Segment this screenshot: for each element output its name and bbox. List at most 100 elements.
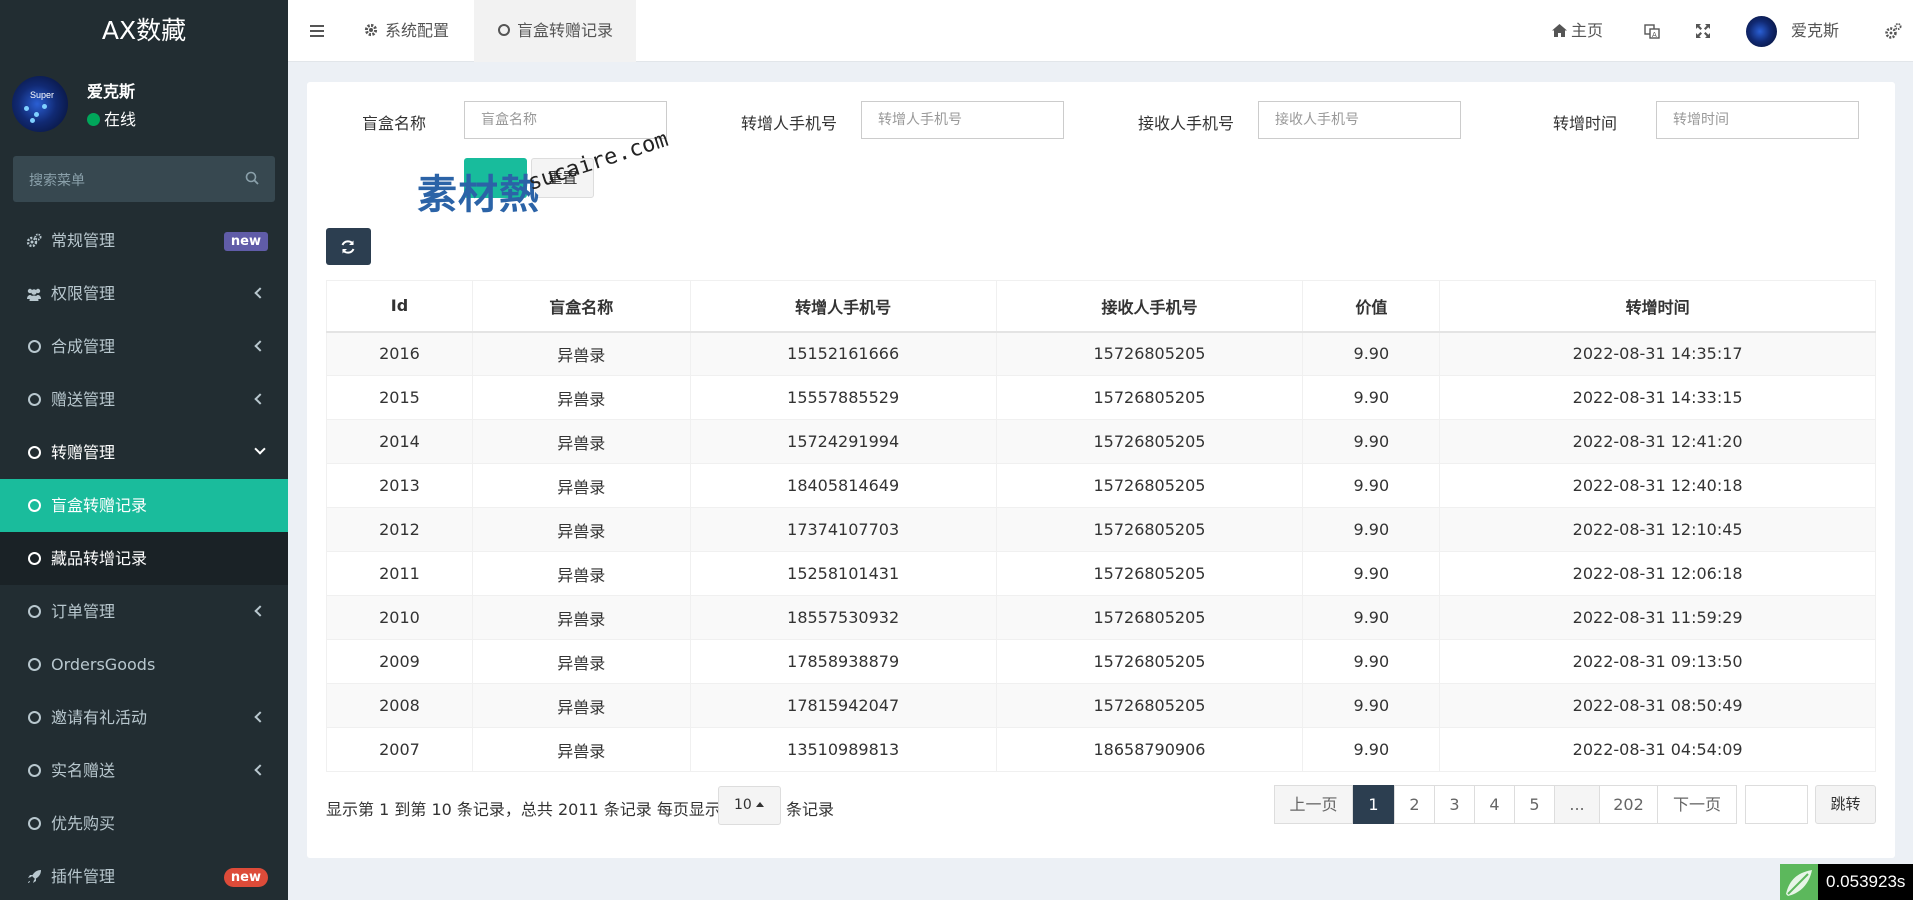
- page-button-4[interactable]: 4: [1474, 785, 1515, 824]
- column-header-receiver-phone[interactable]: 接收人手机号: [995, 280, 1304, 333]
- online-dot-icon: [87, 113, 100, 126]
- page-size-select[interactable]: 10: [718, 786, 781, 825]
- filter-label-transfer-time: 转增时间: [1553, 114, 1618, 133]
- filter-input-sender-phone[interactable]: 转增人手机号: [861, 101, 1064, 139]
- cell-blindbox-name: 异兽录: [471, 727, 691, 772]
- cell-id: 2012: [326, 507, 473, 552]
- cell-value: 9.90: [1302, 551, 1441, 596]
- table-row[interactable]: 2013 异兽录 18405814649 15726805205 9.90 2022-08…: [326, 463, 1876, 508]
- cell-sender-phone: 17858938879: [689, 639, 997, 684]
- page-button-3[interactable]: 3: [1434, 785, 1475, 824]
- sidebar-item-priority-purchase[interactable]: 优先购买: [0, 797, 288, 850]
- table-row[interactable]: 2014 异兽录 15724291994 15726805205 9.90 2022-08…: [326, 419, 1876, 464]
- sidebar-item-plugins[interactable]: 插件管理 new: [0, 850, 288, 900]
- circle-icon: [28, 658, 41, 671]
- cell-transfer-time: 2022-08-31 12:41:20: [1439, 419, 1876, 464]
- cell-sender-phone: 15258101431: [689, 551, 997, 596]
- tab-blindbox-transfer-records[interactable]: 盲盒转赠记录: [474, 0, 636, 62]
- page-jump-button[interactable]: 跳转: [1815, 785, 1876, 824]
- user-avatar[interactable]: [1746, 16, 1777, 47]
- cell-receiver-phone: 18658790906: [995, 727, 1304, 772]
- cell-blindbox-name: 异兽录: [471, 507, 691, 552]
- sidebar-item-synthesis[interactable]: 合成管理: [0, 320, 288, 373]
- cell-receiver-phone: 15726805205: [995, 639, 1304, 684]
- sidebar-item-orders[interactable]: 订单管理: [0, 585, 288, 638]
- page-size-suffix: 条记录: [786, 800, 835, 819]
- table-row[interactable]: 2010 异兽录 18557530932 15726805205 9.90 2022-08…: [326, 595, 1876, 640]
- cell-sender-phone: 15152161666: [689, 331, 997, 376]
- user-menu[interactable]: 爱克斯: [1791, 0, 1839, 62]
- table-row[interactable]: 2008 异兽录 17815942047 15726805205 9.90 2022-08…: [326, 683, 1876, 728]
- search-icon[interactable]: [245, 171, 259, 185]
- column-header-id[interactable]: Id: [326, 280, 473, 333]
- sidebar-item-collection-transfer-records[interactable]: 藏品转增记录: [0, 532, 288, 585]
- filter-input-receiver-phone[interactable]: 接收人手机号: [1258, 101, 1461, 139]
- pagination-info: 显示第 1 到第 10 条记录，总共 2011 条记录 每页显示: [326, 800, 721, 819]
- watermark: 素材熱 sucaire.com: [413, 127, 671, 222]
- chevron-left-icon: [254, 711, 266, 723]
- column-header-value[interactable]: 价值: [1302, 280, 1441, 333]
- user-avatar: Super: [12, 76, 68, 132]
- chevron-left-icon: [254, 340, 266, 352]
- cell-value: 9.90: [1302, 419, 1441, 464]
- home-link[interactable]: 主页: [1552, 0, 1603, 62]
- page-button-last[interactable]: 202: [1599, 785, 1658, 824]
- cell-value: 9.90: [1302, 727, 1441, 772]
- circle-icon: [28, 552, 41, 565]
- column-header-transfer-time[interactable]: 转增时间: [1439, 280, 1876, 333]
- page-button-2[interactable]: 2: [1394, 785, 1435, 824]
- table-row[interactable]: 2009 异兽录 17858938879 15726805205 9.90 2022-08…: [326, 639, 1876, 684]
- cell-blindbox-name: 异兽录: [471, 331, 691, 376]
- table-row[interactable]: 2015 异兽录 15557885529 15726805205 9.90 2022-08…: [326, 375, 1876, 420]
- sidebar-item-blindbox-transfer-records[interactable]: 盲盒转赠记录: [0, 479, 288, 532]
- fullscreen-icon[interactable]: [1695, 23, 1711, 39]
- page-button-1[interactable]: 1: [1353, 785, 1394, 824]
- refresh-icon: [341, 240, 355, 254]
- caret-up-icon: [755, 802, 764, 807]
- sidebar-search-placeholder: 搜索菜单: [29, 173, 85, 189]
- cogs-icon: [26, 233, 42, 248]
- filter-input-blindbox-name[interactable]: 盲盒名称: [464, 101, 667, 139]
- chevron-left-icon: [254, 764, 266, 776]
- user-status: 在线: [87, 106, 136, 130]
- sidebar-item-invite-activity[interactable]: 邀请有礼活动: [0, 691, 288, 744]
- records-table: Id 盲盒名称 转增人手机号 接收人手机号 价值 转增时间 2016 异兽录 151…: [326, 280, 1876, 772]
- sidebar-item-orders-goods[interactable]: OrdersGoods: [0, 638, 288, 691]
- cell-sender-phone: 17374107703: [689, 507, 997, 552]
- sidebar-search-input[interactable]: 搜索菜单: [13, 156, 275, 202]
- sidebar-item-gift[interactable]: 赠送管理: [0, 373, 288, 426]
- prev-page-button[interactable]: 上一页: [1274, 785, 1353, 824]
- brand-logo[interactable]: AX数藏: [0, 0, 288, 62]
- sidebar-item-transfer[interactable]: 转赠管理: [0, 426, 288, 479]
- page-jump-input[interactable]: [1745, 785, 1808, 824]
- table-row[interactable]: 2011 异兽录 15258101431 15726805205 9.90 2022-08…: [326, 551, 1876, 596]
- cell-receiver-phone: 15726805205: [995, 419, 1304, 464]
- table-row[interactable]: 2016 异兽录 15152161666 15726805205 9.90 2022-08…: [326, 331, 1876, 376]
- control-sidebar-gears-icon[interactable]: [1884, 22, 1902, 40]
- page-load-timer: 0.053923s: [1780, 864, 1913, 900]
- page-button-5[interactable]: 5: [1514, 785, 1555, 824]
- user-name: 爱克斯: [87, 82, 136, 101]
- column-header-blindbox-name[interactable]: 盲盒名称: [471, 280, 691, 333]
- sidebar-item-realname-gift[interactable]: 实名赠送: [0, 744, 288, 797]
- column-header-sender-phone[interactable]: 转增人手机号: [689, 280, 997, 333]
- next-page-button[interactable]: 下一页: [1657, 785, 1737, 824]
- menu-toggle-icon[interactable]: [310, 25, 324, 37]
- sidebar-menu: 常规管理 new 权限管理 合成管理 赠送管理 转赠管理 盲盒转赠记录 藏品转增…: [0, 214, 288, 900]
- new-badge: new: [223, 232, 268, 251]
- sidebar-item-permissions[interactable]: 权限管理: [0, 267, 288, 320]
- chevron-left-icon: [254, 393, 266, 405]
- sidebar-item-general[interactable]: 常规管理 new: [0, 214, 288, 267]
- refresh-button[interactable]: [326, 228, 371, 265]
- chevron-left-icon: [254, 287, 266, 299]
- cell-id: 2016: [326, 331, 473, 376]
- cell-id: 2010: [326, 595, 473, 640]
- table-row[interactable]: 2007 异兽录 13510989813 18658790906 9.90 2022-08…: [326, 727, 1876, 772]
- tab-system-config[interactable]: 系统配置: [364, 0, 449, 62]
- cell-receiver-phone: 15726805205: [995, 595, 1304, 640]
- users-icon: [27, 288, 41, 301]
- home-icon: [1552, 24, 1567, 37]
- language-icon[interactable]: A: [1644, 23, 1660, 39]
- filter-input-transfer-time[interactable]: 转增时间: [1656, 101, 1859, 139]
- table-row[interactable]: 2012 异兽录 17374107703 15726805205 9.90 2022-08…: [326, 507, 1876, 552]
